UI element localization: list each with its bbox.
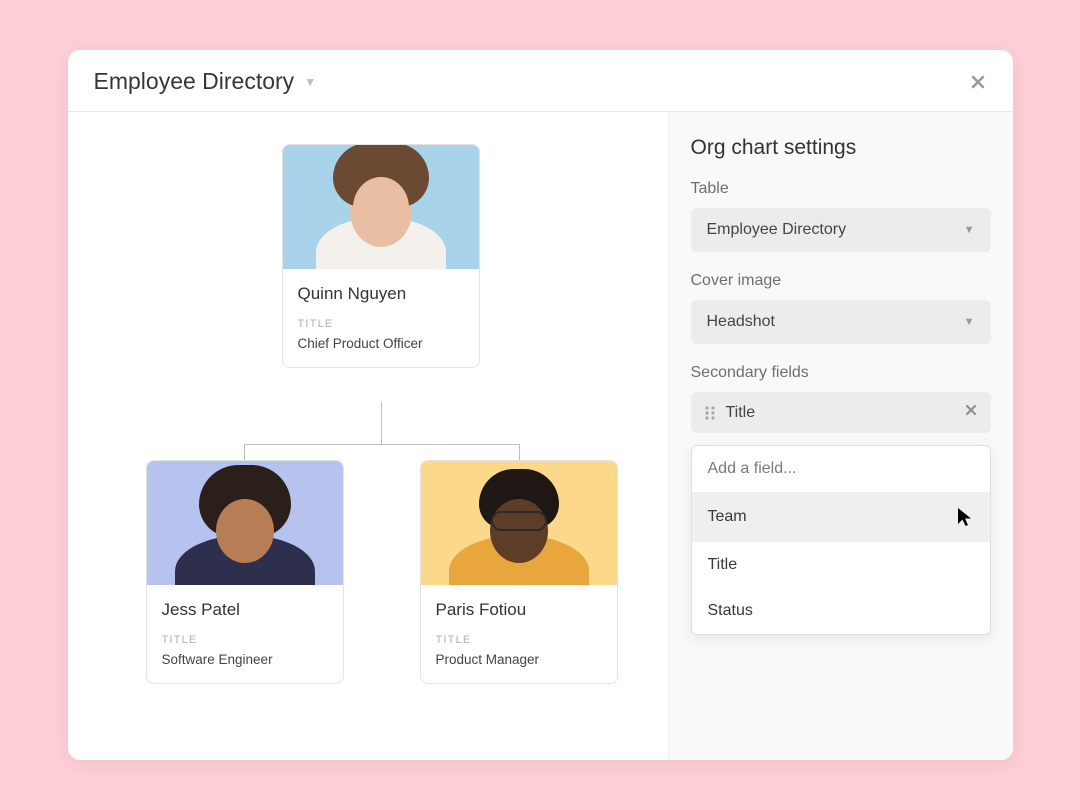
org-card-field-value: Software Engineer: [162, 652, 328, 667]
org-card-field-label: TITLE: [162, 634, 328, 646]
org-tree: Quinn Nguyen TITLE Chief Product Officer: [88, 142, 648, 730]
select-value: Headshot: [707, 313, 776, 331]
dropdown-item-label: Title: [708, 556, 738, 574]
table-select[interactable]: Employee Directory ▼: [691, 208, 991, 252]
field-label: Cover image: [691, 272, 991, 290]
caret-down-icon: ▼: [304, 75, 316, 89]
field-group-secondary: Secondary fields Title: [691, 364, 991, 635]
caret-down-icon: ▼: [964, 224, 975, 236]
drag-handle-icon[interactable]: [704, 405, 716, 421]
org-card-field-value: Chief Product Officer: [298, 336, 464, 351]
dropdown-item-status[interactable]: Status: [692, 588, 990, 634]
connector-line: [519, 444, 520, 460]
org-card-field-label: TITLE: [436, 634, 602, 646]
field-group-cover: Cover image Headshot ▼: [691, 272, 991, 344]
field-label: Secondary fields: [691, 364, 991, 382]
avatar-icon: [147, 461, 343, 585]
org-card-name: Paris Fotiou: [436, 600, 602, 620]
secondary-field-chip[interactable]: Title: [691, 392, 991, 433]
connector-line: [244, 444, 245, 460]
close-button[interactable]: [969, 73, 987, 91]
content-area: Quinn Nguyen TITLE Chief Product Officer: [68, 112, 1013, 760]
org-card-headshot: [283, 145, 479, 269]
cover-image-select[interactable]: Headshot ▼: [691, 300, 991, 344]
add-field-dropdown: Add a field... Team Title Status: [691, 445, 991, 635]
org-card-body: Quinn Nguyen TITLE Chief Product Officer: [283, 269, 479, 367]
connector-line: [244, 444, 520, 445]
field-group-table: Table Employee Directory ▼: [691, 180, 991, 252]
dropdown-placeholder[interactable]: Add a field...: [692, 446, 990, 492]
org-chart-canvas[interactable]: Quinn Nguyen TITLE Chief Product Officer: [68, 112, 668, 760]
org-card-headshot: [147, 461, 343, 585]
caret-down-icon: ▼: [964, 316, 975, 328]
panel-title: Org chart settings: [691, 136, 991, 160]
dropdown-item-team[interactable]: Team: [692, 492, 990, 542]
settings-panel: Org chart settings Table Employee Direct…: [668, 112, 1013, 760]
org-card-body: Paris Fotiou TITLE Product Manager: [421, 585, 617, 683]
remove-chip-button[interactable]: [964, 403, 978, 422]
org-card-child[interactable]: Paris Fotiou TITLE Product Manager: [420, 460, 618, 684]
field-label: Table: [691, 180, 991, 198]
select-value: Employee Directory: [707, 221, 847, 239]
title-dropdown[interactable]: Employee Directory ▼: [94, 68, 317, 95]
close-icon: [969, 73, 987, 91]
close-icon: [964, 403, 978, 417]
org-card-field-value: Product Manager: [436, 652, 602, 667]
window-title: Employee Directory: [94, 68, 295, 95]
dropdown-item-title[interactable]: Title: [692, 542, 990, 588]
connector-line: [381, 402, 382, 444]
org-card-name: Quinn Nguyen: [298, 284, 464, 304]
chip-label: Title: [726, 404, 964, 422]
titlebar: Employee Directory ▼: [68, 50, 1013, 112]
org-card-root[interactable]: Quinn Nguyen TITLE Chief Product Officer: [282, 144, 480, 368]
cursor-icon: [956, 506, 974, 528]
dropdown-item-label: Team: [708, 508, 747, 526]
org-card-body: Jess Patel TITLE Software Engineer: [147, 585, 343, 683]
dropdown-item-label: Status: [708, 602, 753, 620]
org-card-child[interactable]: Jess Patel TITLE Software Engineer: [146, 460, 344, 684]
org-card-name: Jess Patel: [162, 600, 328, 620]
avatar-icon: [283, 145, 479, 269]
avatar-icon: [421, 461, 617, 585]
app-window: Employee Directory ▼: [68, 50, 1013, 760]
org-card-headshot: [421, 461, 617, 585]
org-card-field-label: TITLE: [298, 318, 464, 330]
